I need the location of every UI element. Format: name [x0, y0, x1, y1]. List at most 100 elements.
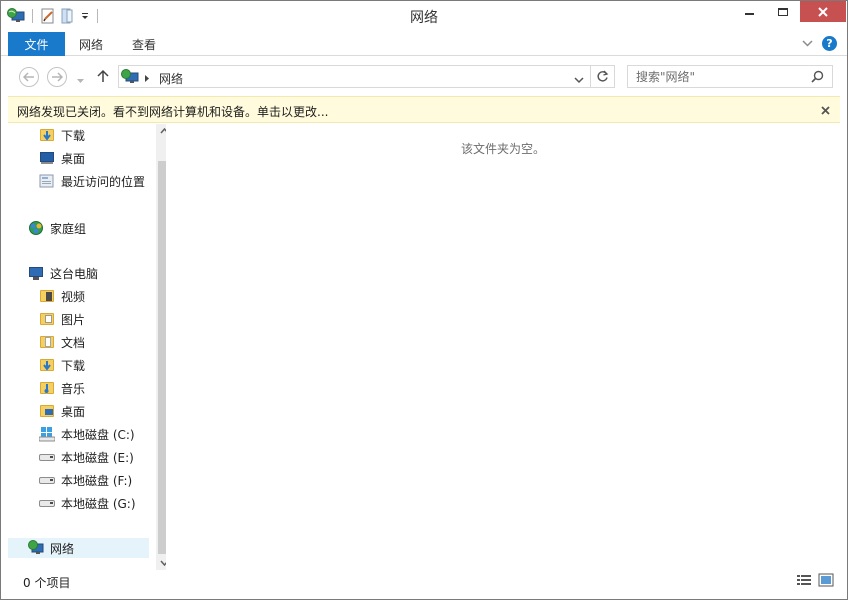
desktop-folder-icon [39, 403, 55, 419]
close-icon [818, 6, 828, 17]
tab-file[interactable]: 文件 [8, 32, 65, 56]
nav-item-label: 本地磁盘 (G:) [61, 496, 136, 511]
nav-item-label: 下载 [61, 358, 86, 373]
hard-drive-icon [39, 495, 55, 511]
empty-folder-message: 该文件夹为空。 [460, 142, 545, 156]
breadcrumb-separator-icon[interactable] [144, 72, 150, 86]
network-icon [121, 69, 139, 85]
refresh-button[interactable] [596, 70, 610, 84]
nav-item-label: 本地磁盘 (F:) [61, 473, 133, 488]
address-history-button[interactable] [574, 73, 584, 87]
address-divider [590, 66, 591, 87]
nav-item-recent-places[interactable]: 最近访问的位置 [39, 171, 145, 191]
nav-item-homegroup[interactable]: 家庭组 [28, 218, 86, 238]
nav-item-label: 本地磁盘 (C:) [61, 427, 135, 442]
desktop-icon [39, 150, 55, 166]
nav-item-label: 文档 [61, 335, 86, 350]
scroll-up-button[interactable] [156, 124, 166, 138]
view-buttons [796, 573, 834, 587]
downloads-folder-icon [39, 127, 55, 143]
nav-item-label: 桌面 [61, 151, 86, 166]
nav-item-label: 视频 [61, 289, 86, 304]
search-box[interactable] [627, 65, 833, 88]
window-controls [732, 1, 846, 22]
navigation-bar: 网络 [1, 58, 847, 94]
nav-item-label: 这台电脑 [50, 266, 99, 281]
nav-item-downloads[interactable]: 下载 [39, 355, 85, 375]
nav-item-drive-c[interactable]: 本地磁盘 (C:) [38, 424, 135, 444]
documents-folder-icon [39, 334, 55, 350]
tab-view[interactable]: 查看 [132, 32, 156, 56]
ribbon-tab-bar: 文件 网络 查看 ? [1, 32, 847, 56]
large-icons-view-icon[interactable] [818, 573, 834, 587]
infobar-close-icon[interactable] [821, 101, 830, 119]
downloads-folder-icon [39, 357, 55, 373]
minimize-button[interactable] [732, 1, 766, 22]
chevron-down-icon [77, 79, 84, 83]
up-arrow-icon [97, 69, 109, 82]
details-view-icon[interactable] [796, 573, 812, 587]
nav-item-downloads-favorite[interactable]: 下载 [39, 125, 85, 145]
network-discovery-infobar[interactable]: 网络发现已关闭。看不到网络计算机和设备。单击以更改... [8, 96, 840, 123]
nav-item-pictures[interactable]: 图片 [39, 309, 85, 329]
maximize-button[interactable] [766, 1, 800, 22]
help-icon[interactable]: ? [822, 36, 837, 51]
search-icon[interactable] [811, 70, 824, 83]
navigation-pane: 下载 桌面 最近访问的位置 家庭组 这台电脑 视频 图片 文档 下载 音乐 桌面… [8, 124, 166, 570]
item-count: 0 个项目 [23, 576, 71, 590]
file-list-area[interactable]: 该文件夹为空。 [166, 124, 840, 570]
refresh-icon [597, 70, 609, 82]
nav-item-label: 家庭组 [50, 221, 87, 236]
maximize-icon [778, 7, 788, 16]
nav-item-label: 下载 [61, 128, 86, 143]
nav-item-label: 音乐 [61, 381, 86, 396]
explorer-window: 网络 文件 网络 查看 ? 网络 搜索"网络" 网络发现已关闭。看不到网络计算机… [0, 0, 848, 600]
address-bar[interactable]: 网络 [118, 65, 615, 88]
nav-item-label: 本地磁盘 (E:) [61, 450, 134, 465]
videos-folder-icon [39, 288, 55, 304]
close-button[interactable] [800, 1, 846, 22]
computer-icon [28, 265, 44, 281]
system-drive-icon [38, 426, 56, 442]
tab-network[interactable]: 网络 [79, 32, 103, 56]
homegroup-icon [28, 220, 44, 236]
minimize-icon [744, 12, 754, 15]
nav-item-drive-f[interactable]: 本地磁盘 (F:) [39, 470, 132, 490]
forward-button[interactable] [47, 67, 67, 87]
network-icon [28, 540, 44, 556]
nav-item-drive-e[interactable]: 本地磁盘 (E:) [39, 447, 134, 467]
nav-item-label: 网络 [50, 541, 75, 556]
nav-item-desktop-favorite[interactable]: 桌面 [39, 148, 85, 168]
chevron-down-icon [574, 77, 584, 84]
nav-item-label: 最近访问的位置 [61, 174, 146, 189]
nav-item-documents[interactable]: 文档 [39, 332, 85, 352]
back-button[interactable] [19, 67, 39, 87]
nav-item-desktop[interactable]: 桌面 [39, 401, 85, 421]
music-folder-icon [39, 380, 55, 396]
hard-drive-icon [39, 472, 55, 488]
nav-item-label: 桌面 [61, 404, 86, 419]
infobar-message[interactable]: 网络发现已关闭。看不到网络计算机和设备。单击以更改... [17, 103, 328, 120]
nav-item-drive-g[interactable]: 本地磁盘 (G:) [39, 493, 136, 513]
expand-ribbon-button[interactable] [802, 36, 814, 51]
up-button[interactable] [96, 69, 110, 83]
forward-arrow-icon [52, 72, 63, 82]
back-arrow-icon [23, 72, 34, 82]
search-input[interactable] [636, 69, 806, 85]
recent-locations-button[interactable] [76, 73, 85, 83]
recent-places-icon [39, 173, 55, 189]
nav-item-videos[interactable]: 视频 [39, 286, 85, 306]
ribbon-right-controls: ? [802, 36, 837, 51]
status-bar: 0 个项目 [8, 570, 840, 592]
breadcrumb[interactable]: 网络 [159, 70, 183, 87]
scrollbar-thumb[interactable] [158, 161, 166, 554]
nav-item-label: 图片 [61, 312, 86, 327]
pictures-folder-icon [39, 311, 55, 327]
nav-item-music[interactable]: 音乐 [39, 378, 85, 398]
nav-item-this-pc[interactable]: 这台电脑 [28, 263, 98, 283]
hard-drive-icon [39, 449, 55, 465]
window-title: 网络 [410, 10, 438, 26]
scroll-down-button[interactable] [156, 556, 166, 570]
navpane-scrollbar[interactable] [156, 124, 166, 570]
nav-item-network[interactable]: 网络 [8, 538, 149, 558]
